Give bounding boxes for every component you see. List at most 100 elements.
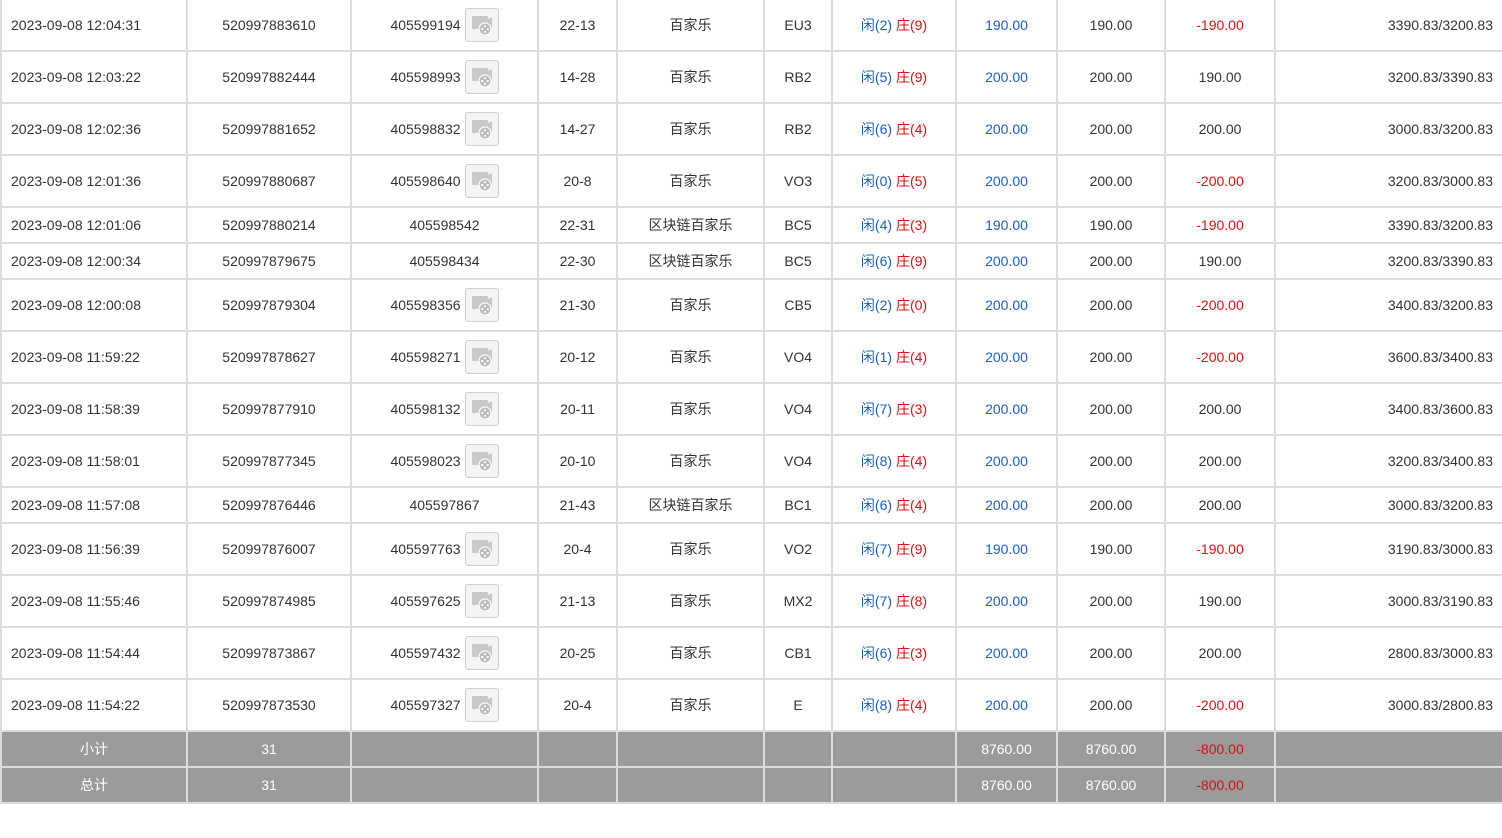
table-row: 2023-09-08 12:00:34 520997879675 405598434… [0,242,1502,280]
win-loss-cell: -200.00 [1164,330,1276,384]
round-cell: 405598271 [350,330,539,384]
table-cell: 22-30 [537,242,618,280]
player-label: 闲 [860,297,875,313]
player-score: (7) [874,593,893,609]
result-cell: 闲(6) 庄(3) [831,626,957,680]
result-cell: 闲(6) 庄(4) [831,486,957,524]
table-row: 2023-09-08 12:04:31 520997883610 405599194… [0,0,1502,52]
player-label: 闲 [860,697,875,713]
bet-records-table: 2023-09-08 12:04:31 520997883610 405599194… [0,0,1502,804]
table-row: 2023-09-08 11:59:22 520997878627 405598271… [0,330,1502,384]
banker-score: (3) [909,401,928,417]
valid-bet-cell: 190.00 [1056,522,1166,576]
bet-id-cell: 520997876446 [186,486,352,524]
round-cell: 405597625 [350,574,539,628]
bet-id-cell: 520997876007 [186,522,352,576]
win-loss-cell: 190.00 [1164,50,1276,104]
valid-bet-cell: 200.00 [1056,626,1166,680]
table-row: 2023-09-08 11:56:39 520997876007 405597763… [0,522,1502,576]
valid-bet-cell: 200.00 [1056,330,1166,384]
round-id: 405598434 [409,253,480,269]
bet-id-cell: 520997879304 [186,278,352,332]
banker-label: 庄 [895,697,910,713]
table-cell: 20-8 [537,154,618,208]
bet-id-cell: 520997873867 [186,626,352,680]
code-cell: RB2 [763,50,833,104]
player-label: 闲 [860,17,875,33]
balance-cell: 3000.83/2800.83 [1274,678,1502,732]
player-score: (4) [874,217,893,233]
video-replay-icon[interactable] [464,688,499,722]
table-cell: 21-30 [537,278,618,332]
round-cell: 405598356 [350,278,539,332]
result-cell: 闲(1) 庄(4) [831,330,957,384]
total-label: 总计 [0,766,188,804]
banker-score: (4) [909,349,928,365]
video-replay-icon[interactable] [464,112,499,146]
win-loss-cell: 200.00 [1164,626,1276,680]
video-replay-icon[interactable] [464,8,499,42]
player-label: 闲 [860,217,875,233]
balance-cell: 3200.83/3000.83 [1274,154,1502,208]
banker-label: 庄 [895,541,910,557]
game-cell: 百家乐 [616,382,765,436]
player-score: (7) [874,401,893,417]
video-replay-icon[interactable] [464,340,499,374]
game-cell: 百家乐 [616,102,765,156]
win-loss-cell: -200.00 [1164,678,1276,732]
result-cell: 闲(7) 庄(3) [831,382,957,436]
round-id: 405597327 [390,697,461,713]
banker-label: 庄 [895,497,910,513]
video-replay-icon[interactable] [464,60,499,94]
video-replay-icon[interactable] [464,636,499,670]
bet-amount-cell: 200.00 [955,574,1058,628]
code-cell: BC5 [763,242,833,280]
video-replay-icon[interactable] [464,288,499,322]
result-cell: 闲(7) 庄(9) [831,522,957,576]
video-replay-icon[interactable] [464,444,499,478]
code-cell: CB5 [763,278,833,332]
round-id: 405598832 [390,121,461,137]
table-row: 2023-09-08 11:54:44 520997873867 405597432… [0,626,1502,680]
subtotal-count: 31 [186,730,352,768]
video-replay-icon[interactable] [464,392,499,426]
table-cell: 20-4 [537,678,618,732]
win-loss-cell: -200.00 [1164,278,1276,332]
time-cell: 2023-09-08 12:01:36 [0,154,188,208]
bet-amount-cell: 190.00 [955,206,1058,244]
video-replay-icon[interactable] [464,584,499,618]
bet-id-cell: 520997879675 [186,242,352,280]
valid-bet-cell: 200.00 [1056,486,1166,524]
banker-score: (9) [909,541,928,557]
bet-amount-cell: 200.00 [955,102,1058,156]
valid-bet-cell: 190.00 [1056,206,1166,244]
code-cell: VO3 [763,154,833,208]
table-cell: 22-13 [537,0,618,52]
balance-cell: 3400.83/3200.83 [1274,278,1502,332]
table-row: 2023-09-08 11:54:22 520997873530 405597327… [0,678,1502,732]
banker-score: (4) [909,497,928,513]
time-cell: 2023-09-08 11:58:39 [0,382,188,436]
round-id: 405598132 [390,401,461,417]
table-cell: 20-4 [537,522,618,576]
player-score: (1) [874,349,893,365]
table-cell: 21-43 [537,486,618,524]
banker-score: (0) [909,297,928,313]
player-score: (6) [874,497,893,513]
player-label: 闲 [860,253,875,269]
bet-id-cell: 520997874985 [186,574,352,628]
table-cell: 20-11 [537,382,618,436]
player-label: 闲 [860,453,875,469]
player-score: (2) [874,297,893,313]
result-cell: 闲(2) 庄(0) [831,278,957,332]
table-cell: 14-27 [537,102,618,156]
bet-amount-cell: 200.00 [955,678,1058,732]
video-replay-icon[interactable] [464,164,499,198]
round-cell: 405599194 [350,0,539,52]
video-replay-icon[interactable] [464,532,499,566]
result-cell: 闲(8) 庄(4) [831,678,957,732]
game-cell: 百家乐 [616,678,765,732]
bet-id-cell: 520997882444 [186,50,352,104]
player-label: 闲 [860,173,875,189]
win-loss-cell: 200.00 [1164,486,1276,524]
